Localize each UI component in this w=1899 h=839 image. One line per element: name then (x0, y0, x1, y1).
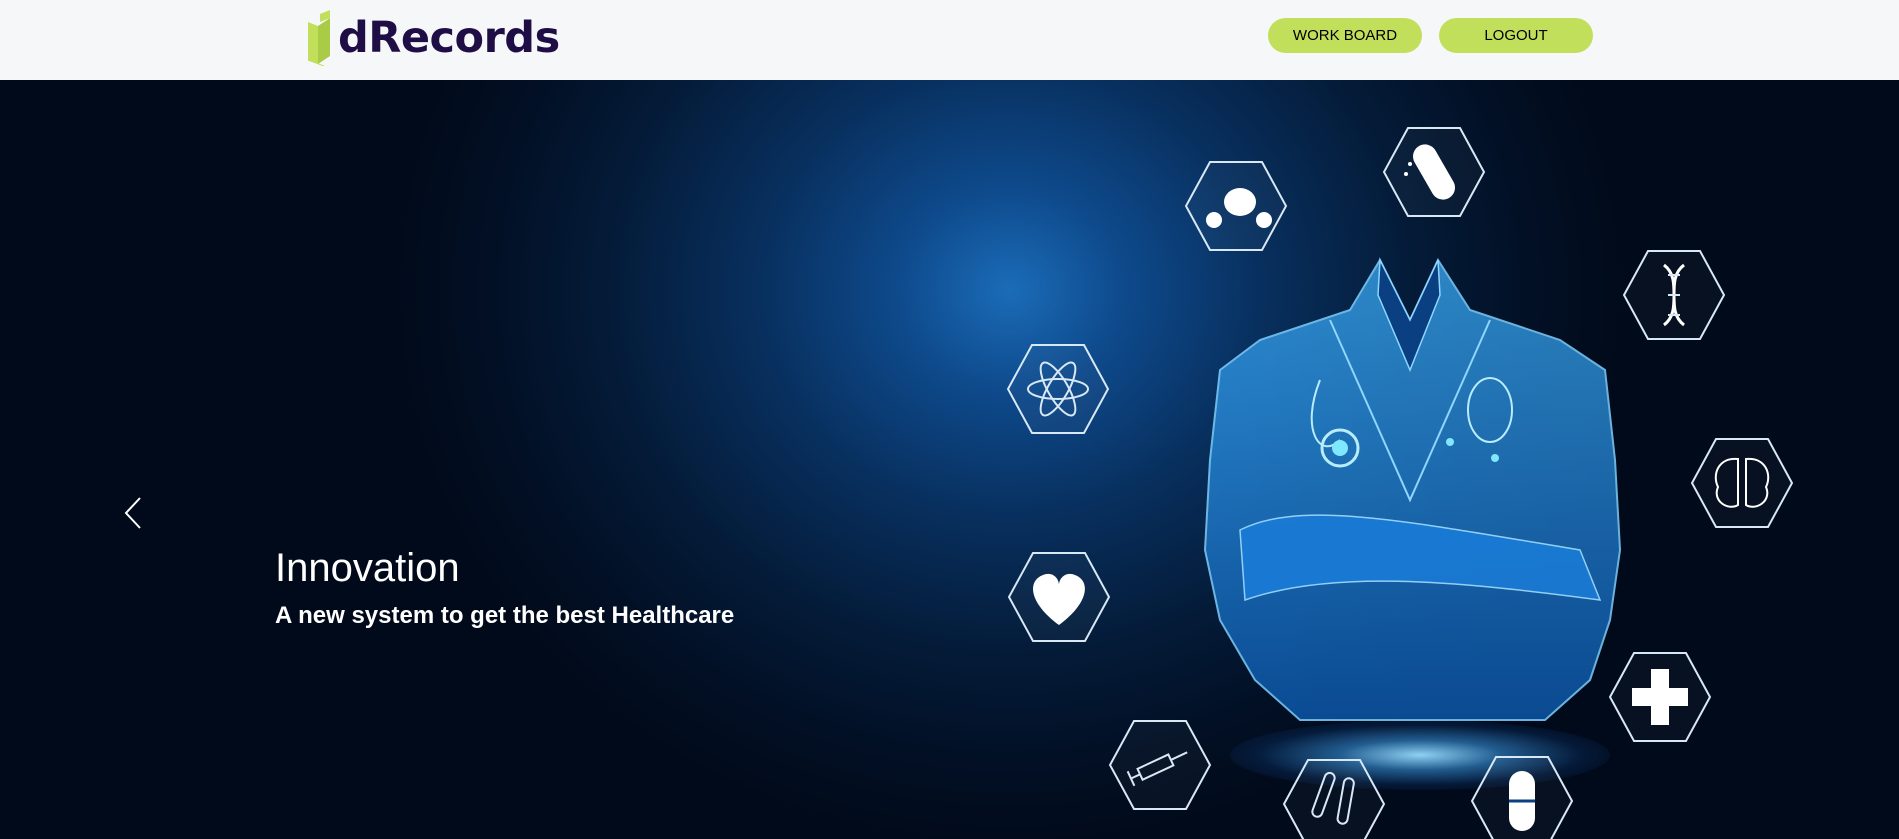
brain-icon (1690, 438, 1794, 528)
pill-icon (1470, 756, 1574, 839)
work-board-button[interactable]: WORK BOARD (1268, 18, 1422, 53)
syringe-icon (1108, 720, 1212, 810)
pills-icon (1184, 161, 1288, 251)
doctor-figure (1203, 257, 1622, 721)
slide-subtitle: A new system to get the best Healthcare (275, 602, 735, 629)
test-tube-icon (1282, 759, 1386, 839)
slide-title: Innovation (275, 546, 460, 590)
capsule-icon (1382, 127, 1486, 217)
chevron-left-icon[interactable] (118, 490, 148, 536)
dna-icon (1622, 250, 1726, 340)
hero-carousel: Innovation A new system to get the best … (0, 80, 1899, 839)
logout-button[interactable]: LOGOUT (1439, 18, 1593, 53)
logo-text: dRecords (338, 13, 560, 63)
medical-cross-icon (1608, 652, 1712, 742)
heart-icon (1007, 552, 1111, 642)
top-navbar: dRecords WORK BOARD LOGOUT (0, 0, 1899, 80)
doctor-illustration (1006, 127, 1794, 839)
logo[interactable]: dRecords (306, 8, 560, 68)
atom-icon (1006, 344, 1110, 434)
logo-book-icon (307, 10, 330, 66)
